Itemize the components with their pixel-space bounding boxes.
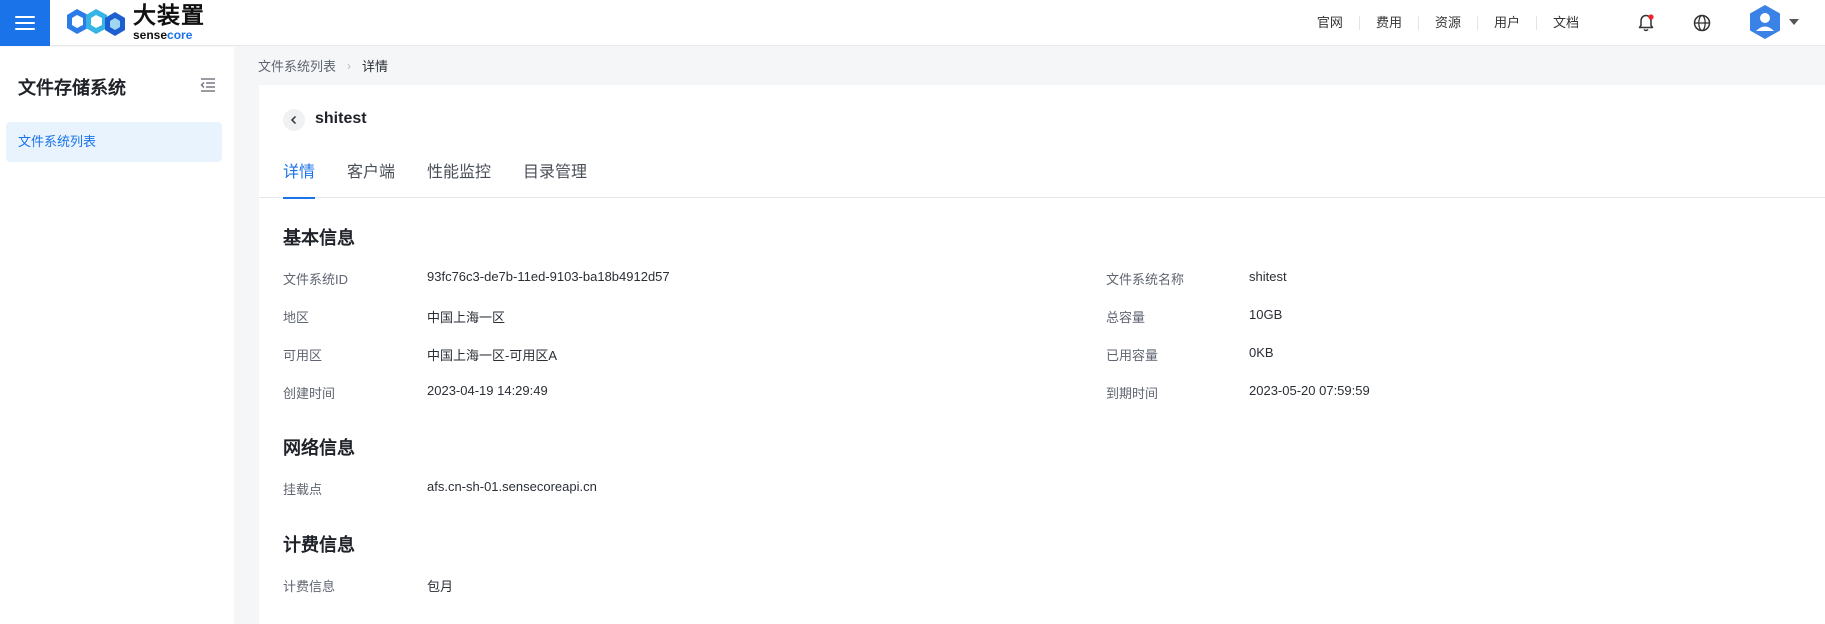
top-nav: 官网 费用 资源 用户 文档 <box>1301 0 1595 46</box>
field-value-used-capacity: 0KB <box>1249 345 1274 360</box>
user-menu[interactable] <box>1749 4 1799 40</box>
tab-performance-monitoring[interactable]: 性能监控 <box>427 161 491 198</box>
sidebar-item-filesystem-list[interactable]: 文件系统列表 <box>6 122 222 162</box>
tab-bar: 详情 客户端 性能监控 目录管理 <box>259 161 1825 199</box>
field-value-region: 中国上海一区 <box>427 310 506 325</box>
page-title: shitest <box>315 110 367 127</box>
section-title-basic-info: 基本信息 <box>283 228 355 248</box>
field-label-filesystem-name: 文件系统名称 <box>1106 272 1185 287</box>
nav-official-site-link[interactable]: 官网 <box>1301 16 1360 30</box>
chevron-left-icon <box>290 115 297 125</box>
field-value-filesystem-name: shitest <box>1249 269 1287 284</box>
field-value-filesystem-id: 93fc76c3-de7b-11ed-9103-ba18b4912d57 <box>427 269 670 284</box>
field-value-total-capacity: 10GB <box>1249 307 1283 322</box>
field-value-availability-zone: 中国上海一区-可用区A <box>427 348 558 363</box>
sidebar: 文件存储系统 文件系统列表 <box>0 47 234 624</box>
back-button[interactable] <box>283 109 305 131</box>
field-label-filesystem-id: 文件系统ID <box>283 272 349 287</box>
field-value-mount-point: afs.cn-sh-01.sensecoreapi.cn <box>427 479 597 494</box>
menu-icon <box>15 16 35 30</box>
logo-english-name: sensecore <box>133 28 193 42</box>
field-label-expiry-time: 到期时间 <box>1106 386 1159 401</box>
logo[interactable]: 大装置 sensecore <box>67 4 205 42</box>
sidebar-title: 文件存储系统 <box>18 78 126 98</box>
notifications-button[interactable] <box>1634 11 1658 35</box>
logo-chinese-name: 大装置 <box>133 3 205 29</box>
hamburger-menu-button[interactable] <box>0 0 50 46</box>
breadcrumb-filesystem-list[interactable]: 文件系统列表 <box>258 56 336 75</box>
field-label-billing: 计费信息 <box>283 579 336 594</box>
section-title-billing-info: 计费信息 <box>283 535 355 555</box>
tab-details[interactable]: 详情 <box>283 161 316 199</box>
top-bar: 大装置 sensecore 官网 费用 资源 用户 文档 <box>0 0 1825 46</box>
breadcrumb-current: 详情 <box>362 59 389 74</box>
detail-card: shitest 详情 客户端 性能监控 目录管理 基本信息 文件系统ID 93f… <box>259 85 1825 624</box>
field-value-expiry-time: 2023-05-20 07:59:59 <box>1249 383 1370 398</box>
tab-directory-management[interactable]: 目录管理 <box>523 161 587 198</box>
notification-dot <box>1648 14 1654 20</box>
breadcrumb: 文件系统列表 › 详情 <box>258 56 388 75</box>
field-label-availability-zone: 可用区 <box>283 348 323 363</box>
field-label-total-capacity: 总容量 <box>1106 310 1146 325</box>
chevron-down-icon <box>1789 19 1799 25</box>
chevron-right-icon: › <box>347 58 352 73</box>
bell-icon <box>1638 14 1654 32</box>
tab-clients[interactable]: 客户端 <box>347 161 395 198</box>
globe-icon <box>1693 14 1711 32</box>
nav-billing-link[interactable]: 费用 <box>1360 16 1419 30</box>
logo-text: 大装置 sensecore <box>133 3 205 42</box>
section-title-network-info: 网络信息 <box>283 438 355 458</box>
field-label-region: 地区 <box>283 310 310 325</box>
collapse-sidebar-icon[interactable] <box>198 75 218 95</box>
field-value-created-time: 2023-04-19 14:29:49 <box>427 383 548 398</box>
language-button[interactable] <box>1690 11 1714 35</box>
field-label-created-time: 创建时间 <box>283 386 336 401</box>
sensecore-logo-icon <box>67 9 125 36</box>
avatar <box>1750 5 1780 39</box>
nav-users-link[interactable]: 用户 <box>1478 16 1537 30</box>
nav-docs-link[interactable]: 文档 <box>1537 16 1595 30</box>
field-value-billing: 包月 <box>427 579 454 594</box>
field-label-used-capacity: 已用容量 <box>1106 348 1159 363</box>
nav-resources-link[interactable]: 资源 <box>1419 16 1478 30</box>
field-label-mount-point: 挂载点 <box>283 482 323 497</box>
